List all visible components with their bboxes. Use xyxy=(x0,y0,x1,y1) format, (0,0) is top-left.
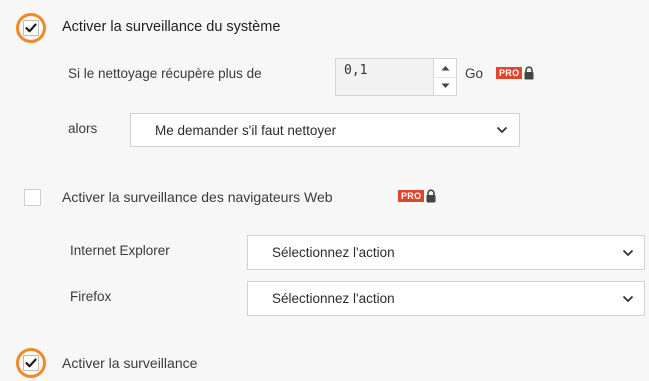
chevron-down-icon xyxy=(496,126,508,134)
pro-badge: PRO xyxy=(496,66,535,80)
monitoring-checkbox[interactable] xyxy=(23,355,39,371)
browser-label-internet-explorer: Internet Explorer xyxy=(70,243,170,258)
chevron-down-icon xyxy=(441,83,449,89)
chevron-down-icon xyxy=(622,295,634,302)
highlight-ring xyxy=(16,13,46,43)
stepper-arrows xyxy=(433,59,456,95)
internet-explorer-action-select[interactable]: Sélectionnez l'action xyxy=(247,235,645,270)
checkmark-icon xyxy=(25,23,37,33)
highlight-ring xyxy=(16,348,46,378)
browser-label-firefox: Firefox xyxy=(70,289,112,304)
firefox-action-select[interactable]: Sélectionnez l'action xyxy=(247,281,645,316)
cleanup-action-value: Me demander s'il faut nettoyer xyxy=(155,122,337,138)
lock-icon xyxy=(426,189,436,203)
pro-badge: PRO xyxy=(398,189,437,203)
monitoring-label: Activer la surveillance xyxy=(62,355,198,371)
internet-explorer-action-value: Sélectionnez l'action xyxy=(272,245,395,260)
unit-label: Go xyxy=(465,66,484,81)
pro-badge-text: PRO xyxy=(496,67,523,79)
increment-button[interactable] xyxy=(434,59,456,77)
checkmark-icon xyxy=(25,358,37,368)
threshold-stepper[interactable]: 0,1 xyxy=(335,58,457,96)
threshold-value[interactable]: 0,1 xyxy=(336,59,433,95)
firefox-action-value: Sélectionnez l'action xyxy=(272,291,395,306)
chevron-down-icon xyxy=(622,249,634,256)
system-monitoring-label: Activer la surveillance du système xyxy=(62,19,281,35)
decrement-button[interactable] xyxy=(434,76,456,96)
chevron-up-icon xyxy=(441,65,449,71)
system-monitoring-checkbox[interactable] xyxy=(23,20,39,36)
browser-monitoring-checkbox[interactable] xyxy=(24,189,41,206)
pro-badge-text: PRO xyxy=(398,190,425,202)
browser-monitoring-label: Activer la surveillance des navigateurs … xyxy=(62,189,333,205)
then-label: alors xyxy=(68,121,98,136)
cleanup-threshold-label: Si le nettoyage récupère plus de xyxy=(68,66,262,81)
lock-icon xyxy=(524,66,534,80)
cleanup-action-select[interactable]: Me demander s'il faut nettoyer xyxy=(130,113,520,147)
